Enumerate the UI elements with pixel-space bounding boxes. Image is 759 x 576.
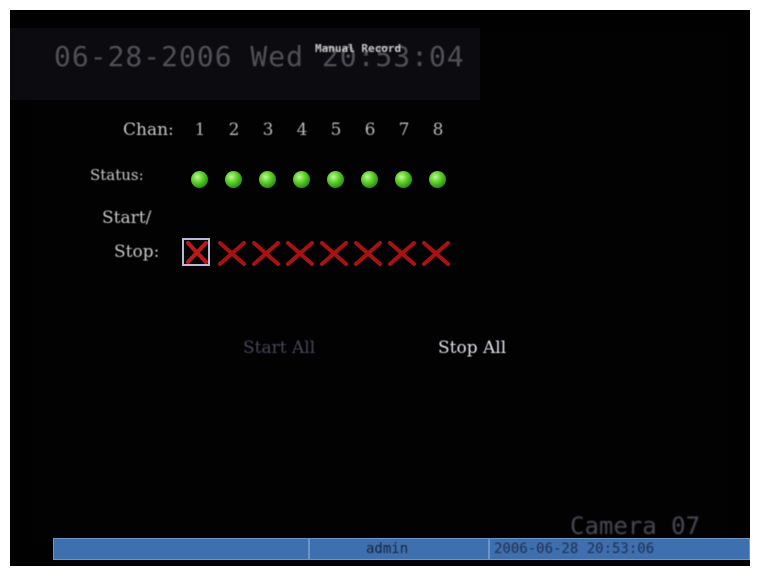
stop-all-button[interactable]: Stop All	[438, 338, 506, 358]
start-all-button[interactable]: Start All	[243, 338, 315, 358]
status-indicator-2	[225, 171, 242, 188]
dvr-screen: 06-28-2006 Wed 20:53:04 Manual Record Ch…	[10, 10, 750, 566]
record-toggle-2[interactable]	[214, 238, 250, 268]
channel-number-1: 1	[194, 120, 206, 140]
status-indicator-6	[361, 171, 378, 188]
status-label: Status:	[90, 166, 144, 184]
status-indicator-5	[327, 171, 344, 188]
status-indicator-8	[429, 171, 446, 188]
record-toggle-1[interactable]	[180, 238, 216, 268]
x-mark-icon	[388, 241, 416, 266]
channel-number-8: 8	[432, 120, 444, 140]
channel-number-4: 4	[296, 120, 308, 140]
channel-number-3: 3	[262, 120, 274, 140]
x-mark-icon	[252, 241, 280, 266]
x-mark-icon	[218, 241, 246, 266]
x-mark-icon	[422, 241, 450, 266]
status-indicator-4	[293, 171, 310, 188]
status-indicator-7	[395, 171, 412, 188]
status-bar-datetime: 2006-06-28 20:53:06	[494, 541, 655, 557]
stop-label: Stop:	[114, 242, 160, 262]
osd-timestamp: 06-28-2006 Wed 20:53:04	[54, 40, 465, 73]
chan-label: Chan:	[123, 120, 174, 140]
start-label: Start/	[102, 208, 152, 228]
channel-number-5: 5	[330, 120, 342, 140]
user-name: admin	[366, 541, 409, 557]
camera-name-overlay: Camera 07	[570, 512, 701, 540]
status-bar-left-segment	[53, 538, 309, 560]
status-indicator-3	[259, 171, 276, 188]
record-toggle-7[interactable]	[384, 238, 420, 268]
status-bar-clock-segment: 2006-06-28 20:53:06	[489, 538, 750, 560]
x-mark-icon	[286, 241, 314, 266]
channel-number-6: 6	[364, 120, 376, 140]
window-title: Manual Record	[315, 42, 402, 55]
record-toggle-4[interactable]	[282, 238, 318, 268]
record-toggle-3[interactable]	[248, 238, 284, 268]
channel-number-2: 2	[228, 120, 240, 140]
x-mark-icon	[320, 241, 348, 266]
focus-box	[182, 238, 210, 266]
status-bar: admin 2006-06-28 20:53:06	[53, 538, 750, 560]
channel-number-7: 7	[398, 120, 410, 140]
record-toggle-8[interactable]	[418, 238, 454, 268]
x-mark-icon	[354, 241, 382, 266]
record-toggle-5[interactable]	[316, 238, 352, 268]
record-toggle-6[interactable]	[350, 238, 386, 268]
status-indicator-1	[191, 171, 208, 188]
status-bar-user-segment: admin	[309, 538, 489, 560]
